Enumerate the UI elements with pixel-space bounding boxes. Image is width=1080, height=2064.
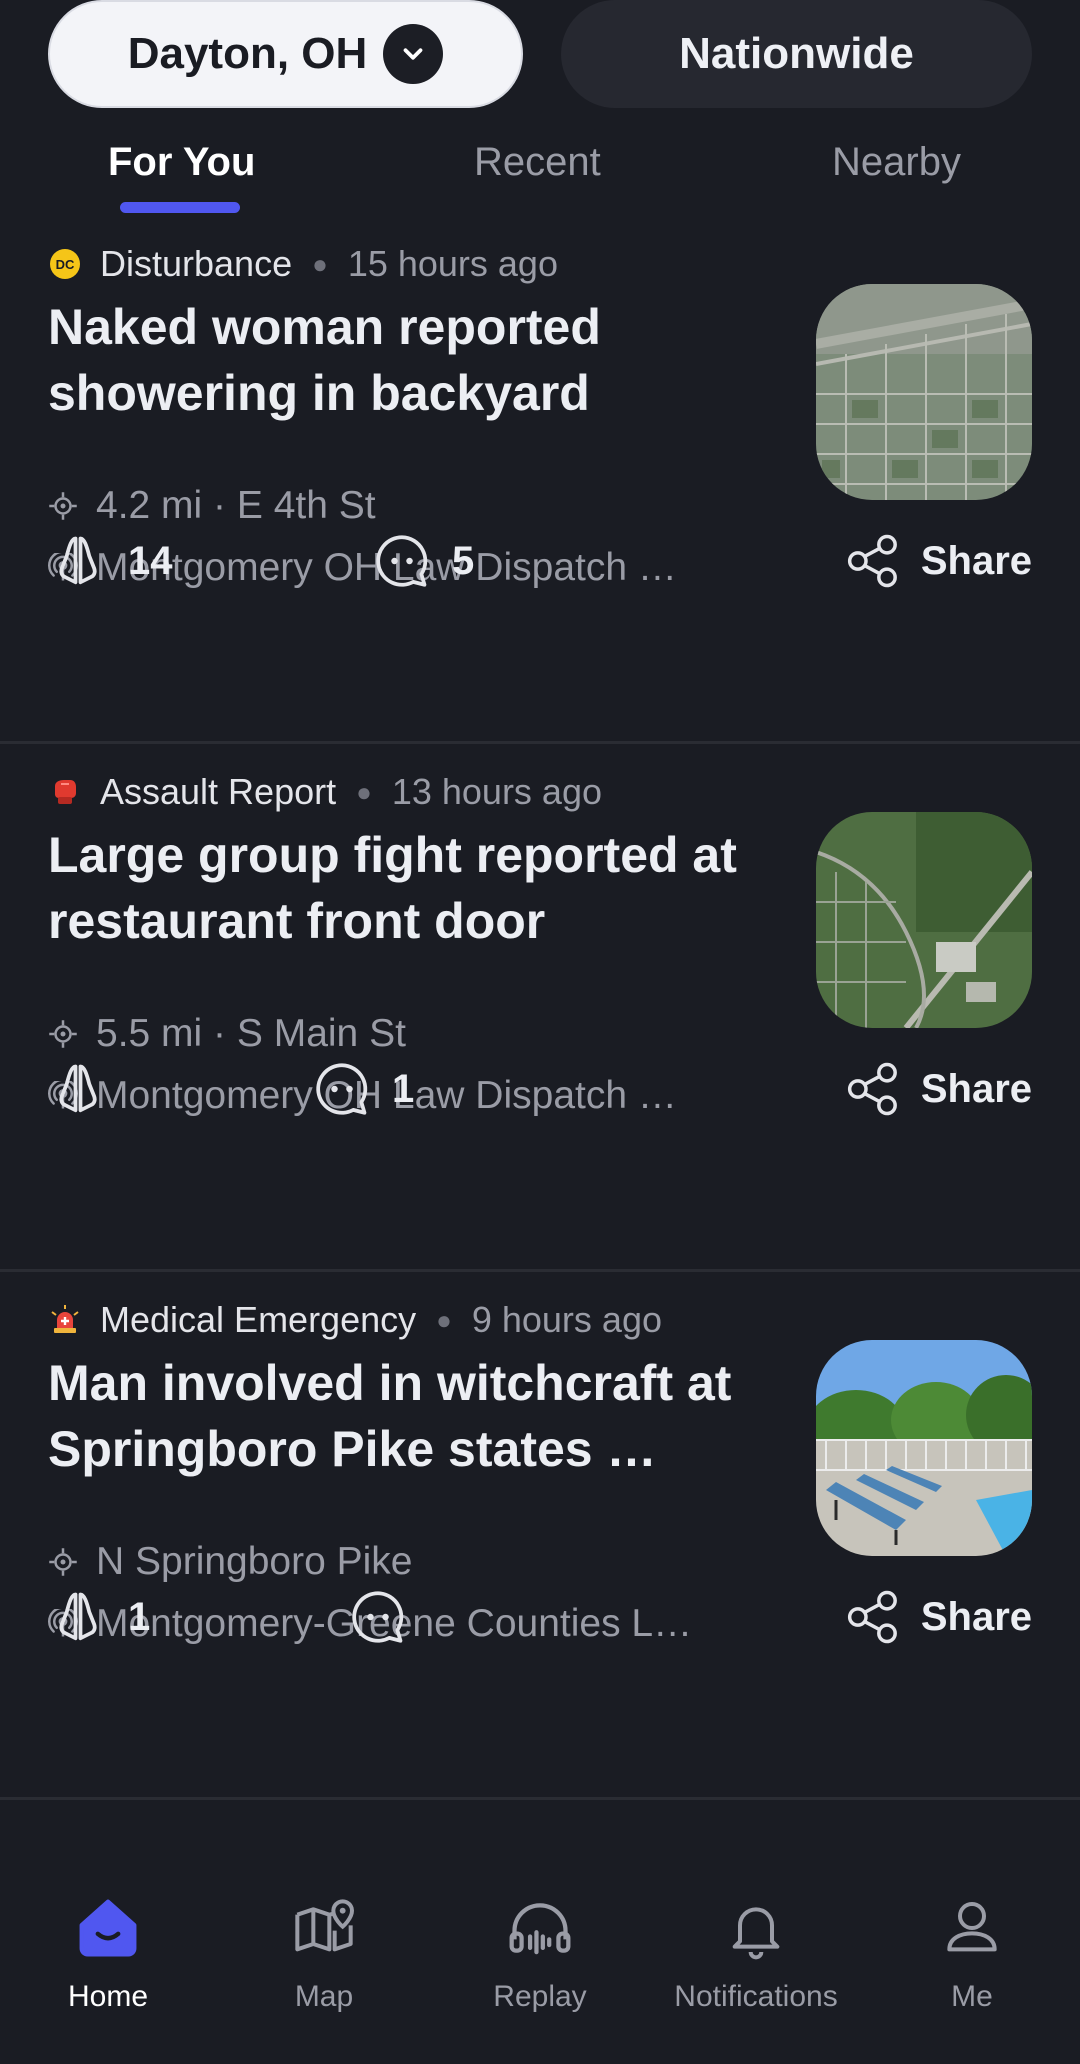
tab-for-you[interactable]: For You [108, 140, 255, 185]
like-button[interactable] [48, 1052, 128, 1126]
category-label: Medical Emergency [100, 1299, 417, 1340]
aerial-map-thumbnail[interactable] [816, 812, 1032, 1028]
separator-dot: ● [312, 248, 328, 279]
location-dropdown-button[interactable]: Dayton, OH [48, 0, 523, 108]
praying-hands-icon [59, 1592, 97, 1641]
comment-count: 1 [392, 1066, 415, 1111]
share-button[interactable]: Share [845, 1052, 1032, 1126]
card-actions: 1 Share [48, 1580, 1032, 1654]
share-button[interactable]: Share [845, 1580, 1032, 1654]
bell-icon [718, 1890, 794, 1966]
incident-card[interactable]: DC Disturbance ● 15 hours ago Naked woma… [0, 216, 1080, 744]
chat-bubble-icon [316, 1063, 368, 1115]
share-icon [847, 534, 897, 588]
crosshair-icon [49, 492, 77, 520]
crosshair-icon [49, 1020, 77, 1048]
separator-dot: ● [436, 1304, 452, 1335]
share-label: Share [920, 1594, 1032, 1639]
tab-recent[interactable]: Recent [474, 140, 601, 185]
distance-location: 4.2 mi · E 4th St [48, 484, 748, 528]
like-count: 14 [128, 538, 173, 583]
nav-label: Me [951, 1980, 993, 2013]
feed-tabs: For You Recent Nearby [0, 130, 1080, 220]
nav-label: Home [67, 1980, 149, 2013]
share-label: Share [920, 1066, 1032, 1111]
card-meta: Assault Report ● 13 hours ago [48, 766, 602, 818]
incident-title[interactable]: Man involved in witchcraft at Springboro… [48, 1350, 748, 1482]
dc-badge-icon: DC [48, 247, 82, 281]
location-text: 5.5 mi · S Main St [96, 1012, 406, 1055]
nav-me[interactable]: Me [864, 1860, 1080, 2064]
nationwide-label: Nationwide [679, 29, 914, 78]
card-meta: DC Disturbance ● 15 hours ago [48, 238, 558, 290]
siren-icon [48, 1303, 82, 1337]
crosshair-icon [49, 1548, 77, 1576]
home-icon [70, 1890, 146, 1966]
incident-card[interactable]: Assault Report ● 13 hours ago Large grou… [0, 744, 1080, 1272]
comment-button[interactable]: 5 [372, 524, 474, 598]
chat-bubble-icon [376, 535, 428, 587]
praying-hands-icon [59, 536, 97, 585]
card-meta: Medical Emergency ● 9 hours ago [48, 1294, 662, 1346]
location-text: N Springboro Pike [96, 1540, 413, 1583]
time-ago: 9 hours ago [471, 1299, 662, 1340]
share-label: Share [920, 538, 1032, 583]
active-tab-indicator [120, 202, 240, 213]
praying-hands-icon [59, 1064, 97, 1113]
chevron-down-icon [383, 24, 444, 84]
share-icon [847, 1590, 897, 1644]
nav-label: Map [294, 1980, 354, 2013]
comment-button[interactable] [348, 1580, 428, 1654]
pool-deck-photo[interactable] [816, 1340, 1032, 1556]
incident-card[interactable]: Medical Emergency ● 9 hours ago Man invo… [0, 1272, 1080, 1800]
aerial-map-thumbnail[interactable] [816, 284, 1032, 500]
comment-button[interactable]: 1 [312, 1052, 414, 1126]
share-icon [847, 1062, 897, 1116]
bottom-navigation: Home Map Replay Notifications Me [0, 1860, 1080, 2064]
like-count: 1 [128, 1594, 151, 1639]
comment-count: 5 [452, 538, 475, 583]
distance-location: N Springboro Pike [48, 1540, 748, 1584]
time-ago: 13 hours ago [391, 771, 602, 812]
category-label: Assault Report [100, 771, 337, 812]
nav-replay[interactable]: Replay [432, 1860, 648, 2064]
location-text: 4.2 mi · E 4th St [96, 484, 376, 527]
svg-text:DC: DC [56, 257, 75, 272]
nav-map[interactable]: Map [216, 1860, 432, 2064]
headphones-icon [502, 1890, 578, 1966]
incident-title[interactable]: Naked woman reported showering in backya… [48, 294, 748, 426]
location-label: Dayton, OH [127, 29, 368, 78]
card-actions: 14 5 Share [48, 524, 1032, 598]
chat-bubble-icon [352, 1591, 404, 1643]
like-button[interactable]: 1 [48, 1580, 150, 1654]
nav-home[interactable]: Home [0, 1860, 216, 2064]
boxing-glove-icon [48, 775, 82, 809]
like-button[interactable]: 14 [48, 524, 173, 598]
nav-label: Notifications [674, 1980, 838, 2013]
share-button[interactable]: Share [845, 524, 1032, 598]
category-label: Disturbance [100, 243, 293, 284]
nav-label: Replay [493, 1980, 587, 2013]
separator-dot: ● [356, 776, 372, 807]
incident-title[interactable]: Large group fight reported at restaurant… [48, 822, 748, 954]
nationwide-button[interactable]: Nationwide [561, 0, 1032, 108]
distance-location: 5.5 mi · S Main St [48, 1012, 748, 1056]
tab-nearby[interactable]: Nearby [832, 140, 961, 185]
time-ago: 15 hours ago [347, 243, 558, 284]
scope-selector: Dayton, OH Nationwide [48, 0, 1032, 108]
nav-notifications[interactable]: Notifications [648, 1860, 864, 2064]
card-actions: 1 Share [48, 1052, 1032, 1126]
map-icon [286, 1890, 362, 1966]
person-icon [934, 1890, 1010, 1966]
